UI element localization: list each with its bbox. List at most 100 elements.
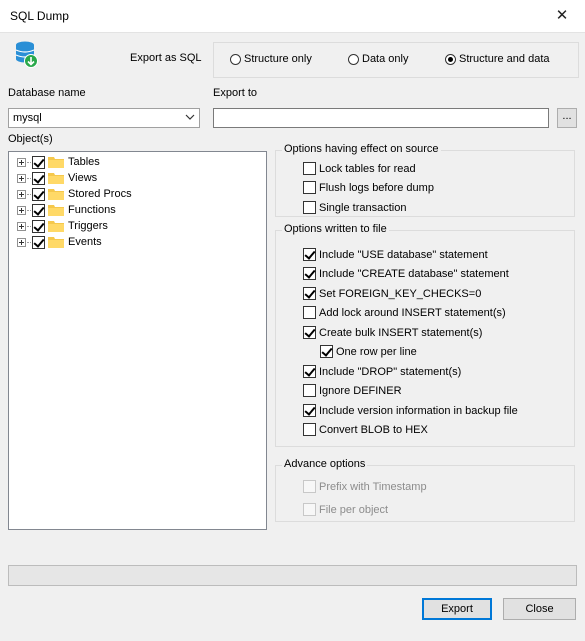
include-create-database-checkbox[interactable]: Include "CREATE database" statement [303, 267, 509, 280]
checkbox-box [303, 306, 316, 319]
folder-icon [48, 205, 64, 216]
checkbox-box [303, 248, 316, 261]
create-bulk-insert-checkbox[interactable]: Create bulk INSERT statement(s) [303, 326, 482, 339]
close-window-icon[interactable]: ✕ [539, 0, 585, 32]
checkbox-box [303, 404, 316, 417]
tree-item-label: Stored Procs [68, 188, 132, 200]
set-foreign-key-checks-checkbox[interactable]: Set FOREIGN_KEY_CHECKS=0 [303, 287, 481, 300]
option-label: Include "USE database" statement [319, 248, 488, 261]
tree-item-label: Events [68, 236, 102, 248]
close-button[interactable]: Close [503, 598, 576, 620]
tree-checkbox[interactable] [32, 219, 45, 233]
title-bar: SQL Dump ✕ [0, 0, 585, 33]
tree-item-tables[interactable]: Tables [17, 154, 100, 170]
chevron-down-icon [185, 114, 195, 120]
option-label: Flush logs before dump [319, 181, 434, 194]
lock-tables-checkbox[interactable]: Lock tables for read [303, 162, 416, 175]
include-use-database-checkbox[interactable]: Include "USE database" statement [303, 248, 488, 261]
checkbox-box [303, 503, 316, 516]
option-label: Set FOREIGN_KEY_CHECKS=0 [319, 287, 482, 300]
radio-label: Structure and data [459, 53, 550, 65]
browse-button[interactable]: ... [557, 108, 577, 128]
export-mode-group: Structure only Data only Structure and d… [213, 42, 579, 78]
flush-logs-checkbox[interactable]: Flush logs before dump [303, 181, 434, 194]
checkbox-box [303, 326, 316, 339]
export-button[interactable]: Export [422, 598, 492, 620]
expand-icon[interactable] [17, 205, 26, 215]
option-label: File per object [319, 503, 389, 516]
checkbox-box [303, 384, 316, 397]
checkbox-box [303, 423, 316, 436]
progress-bar [8, 565, 577, 586]
one-row-per-line-checkbox[interactable]: One row per line [320, 345, 417, 358]
option-label: Ignore DEFINER [319, 384, 402, 397]
include-version-info-checkbox[interactable]: Include version information in backup fi… [303, 404, 518, 417]
tree-item-functions[interactable]: Functions [17, 202, 116, 218]
checkbox-box [303, 480, 316, 493]
export-to-label: Export to [213, 87, 258, 99]
option-label: Include "CREATE database" statement [319, 267, 509, 280]
radio-label: Structure only [244, 53, 312, 65]
folder-icon [48, 189, 64, 200]
option-label: Prefix with Timestamp [319, 480, 427, 493]
tree-checkbox[interactable] [32, 203, 45, 217]
objects-label: Object(s) [8, 133, 53, 145]
tree-item-label: Triggers [68, 220, 108, 232]
checkbox-box [320, 345, 333, 358]
checkbox-box [303, 267, 316, 280]
folder-icon [48, 221, 64, 232]
tree-item-events[interactable]: Events [17, 234, 102, 250]
advance-options-group: Advance options Prefix with Timestamp Fi… [275, 458, 575, 522]
objects-tree[interactable]: Tables Views Stored Procs Functions Trig… [8, 151, 267, 530]
prefix-timestamp-checkbox[interactable]: Prefix with Timestamp [303, 480, 427, 493]
database-select-value: mysql [13, 112, 42, 124]
single-transaction-checkbox[interactable]: Single transaction [303, 201, 406, 214]
checkbox-box [303, 201, 316, 214]
database-name-label: Database name [8, 87, 86, 99]
option-label: One row per line [336, 345, 417, 358]
expand-icon[interactable] [17, 237, 26, 247]
radio-dot [348, 53, 359, 65]
option-label: Create bulk INSERT statement(s) [319, 326, 483, 339]
folder-icon [48, 157, 64, 168]
advance-options-title: Advance options [282, 458, 368, 470]
radio-structure-and-data[interactable]: Structure and data [445, 53, 550, 65]
tree-item-views[interactable]: Views [17, 170, 97, 186]
expand-icon[interactable] [17, 157, 26, 167]
checkbox-box [303, 287, 316, 300]
tree-item-stored-procs[interactable]: Stored Procs [17, 186, 132, 202]
tree-checkbox[interactable] [32, 235, 45, 249]
tree-checkbox[interactable] [32, 187, 45, 201]
folder-icon [48, 173, 64, 184]
tree-checkbox[interactable] [32, 155, 45, 169]
include-drop-checkbox[interactable]: Include "DROP" statement(s) [303, 365, 461, 378]
radio-dot [230, 53, 241, 65]
tree-checkbox[interactable] [32, 171, 45, 185]
add-lock-insert-checkbox[interactable]: Add lock around INSERT statement(s) [303, 306, 506, 319]
checkbox-box [303, 365, 316, 378]
expand-icon[interactable] [17, 173, 26, 183]
ignore-definer-checkbox[interactable]: Ignore DEFINER [303, 384, 402, 397]
option-label: Include "DROP" statement(s) [319, 365, 462, 378]
radio-data-only[interactable]: Data only [348, 53, 408, 65]
window-title: SQL Dump [10, 9, 69, 23]
convert-blob-hex-checkbox[interactable]: Convert BLOB to HEX [303, 423, 428, 436]
option-label: Single transaction [319, 201, 407, 214]
source-options-title: Options having effect on source [282, 143, 441, 155]
tree-item-label: Functions [68, 204, 116, 216]
option-label: Add lock around INSERT statement(s) [319, 306, 506, 319]
export-path-input[interactable] [213, 108, 549, 128]
export-as-label: Export as SQL [130, 52, 202, 64]
source-options-group: Options having effect on source Lock tab… [275, 143, 575, 217]
database-select[interactable]: mysql [8, 108, 200, 128]
folder-icon [48, 237, 64, 248]
radio-dot [445, 53, 456, 65]
expand-icon[interactable] [17, 221, 26, 231]
checkbox-box [303, 181, 316, 194]
file-per-object-checkbox[interactable]: File per object [303, 503, 388, 516]
expand-icon[interactable] [17, 189, 26, 199]
checkbox-box [303, 162, 316, 175]
tree-item-triggers[interactable]: Triggers [17, 218, 108, 234]
radio-structure-only[interactable]: Structure only [230, 53, 312, 65]
database-export-icon [15, 41, 38, 68]
